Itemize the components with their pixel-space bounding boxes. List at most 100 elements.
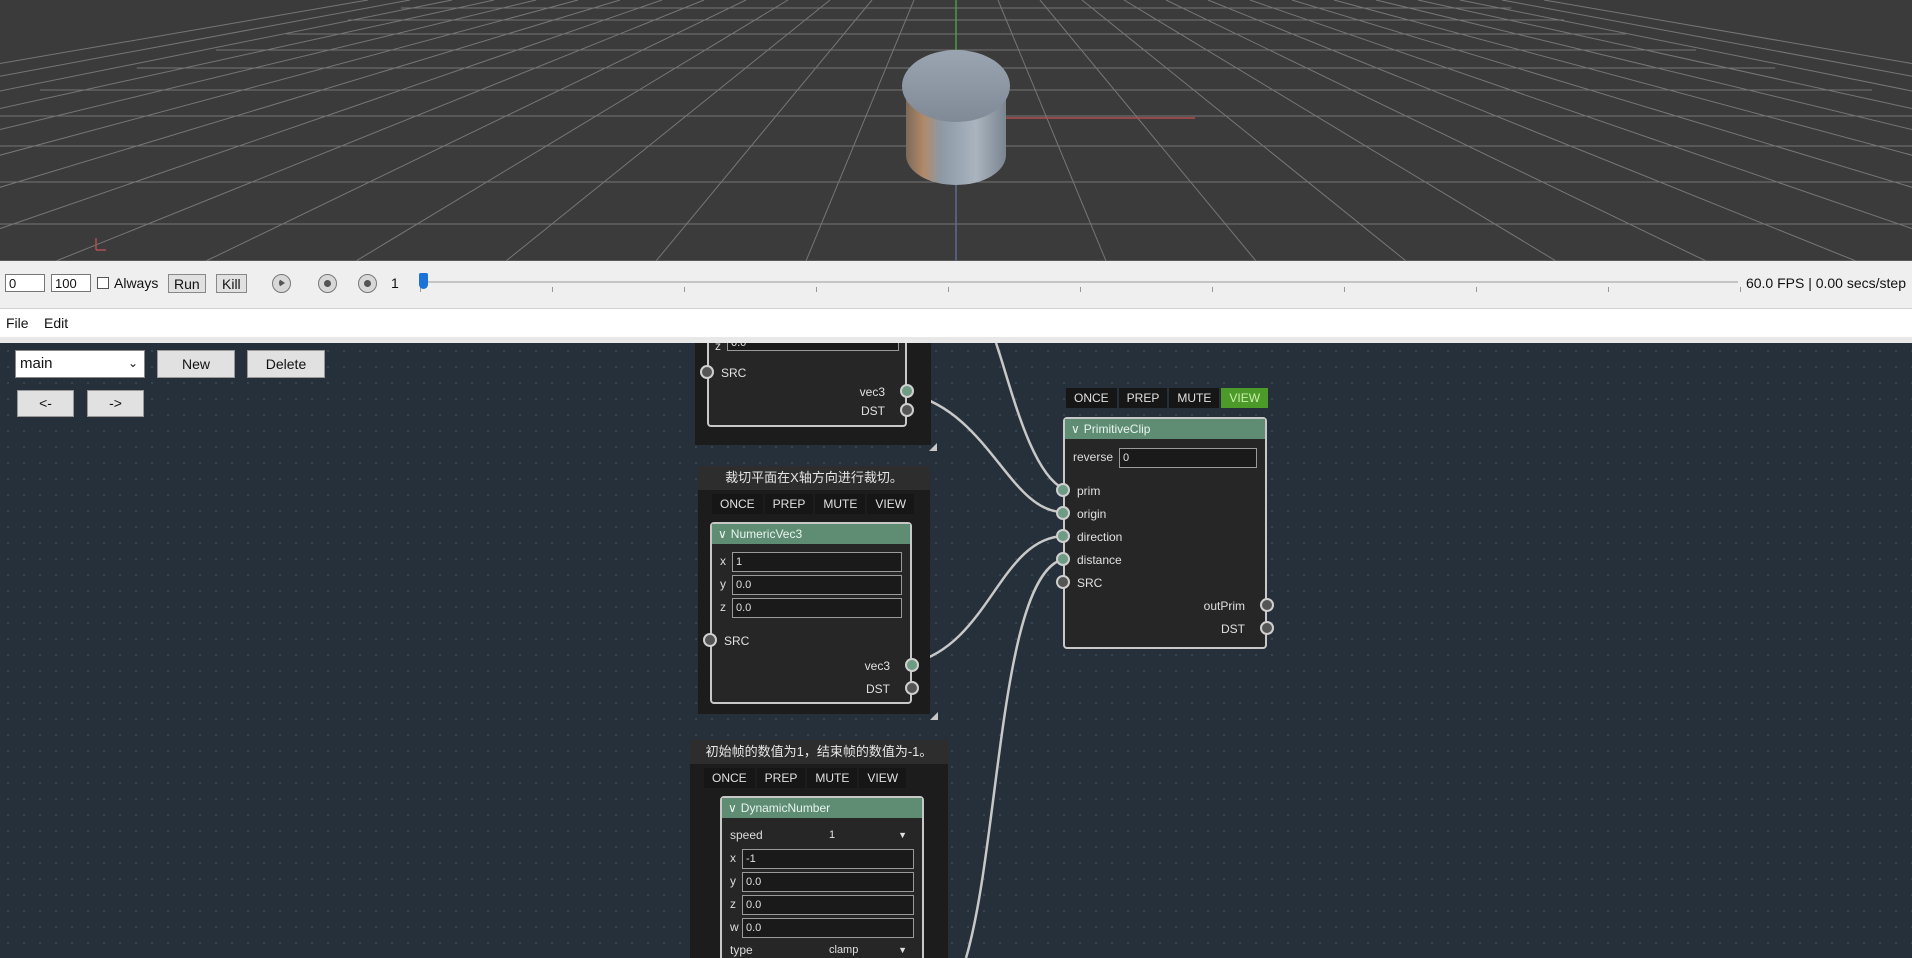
speed-value: 1 — [829, 829, 836, 841]
mute-toggle[interactable]: MUTE — [815, 494, 866, 514]
node-header[interactable]: ∨ DynamicNumber — [722, 798, 922, 818]
node-options: ONCE PREP MUTE VIEW — [712, 494, 916, 514]
graph-select[interactable]: main ⌄ — [15, 350, 145, 378]
frame-tick — [1080, 287, 1081, 292]
src-socket[interactable] — [703, 633, 717, 647]
always-label: Always — [114, 275, 159, 291]
run-button[interactable]: Run — [168, 274, 206, 293]
frame-tick — [1344, 287, 1345, 292]
once-toggle[interactable]: ONCE — [704, 768, 755, 788]
x-label: x — [730, 851, 736, 865]
x-field[interactable]: 1 — [732, 552, 902, 572]
src-socket[interactable] — [1056, 575, 1070, 589]
once-toggle[interactable]: ONCE — [712, 494, 763, 514]
node-vec3-top[interactable]: z 0.0 SRC vec3 DST — [700, 343, 914, 427]
start-frame-input[interactable]: 0 — [5, 274, 45, 292]
node-title: PrimitiveClip — [1083, 422, 1151, 436]
dropdown-arrow-icon: ▼ — [898, 830, 907, 840]
node-numeric-vec3[interactable]: ∨ NumericVec3 x 1 y 0.0 z 0.0 SRC vec3 DS… — [703, 522, 919, 704]
z-field[interactable]: 0.0 — [727, 343, 899, 351]
speed-select[interactable]: 1 ▼ — [826, 826, 912, 846]
view-toggle[interactable]: VIEW — [867, 494, 915, 514]
prim-input-socket[interactable] — [1056, 483, 1070, 497]
always-checkbox[interactable] — [97, 277, 109, 289]
vec3-output-label: vec3 — [864, 659, 890, 673]
node-dynamic-number[interactable]: ∨ DynamicNumber speed 1 ▼ x -1 y 0.0 z 0.0… — [720, 796, 924, 958]
frame-slider-handle[interactable] — [419, 273, 428, 289]
resize-handle[interactable] — [929, 443, 937, 451]
end-frame-input[interactable]: 100 — [51, 274, 91, 292]
vec3-output-socket[interactable] — [900, 384, 914, 398]
view-toggle[interactable]: VIEW — [1221, 388, 1269, 408]
mute-toggle[interactable]: MUTE — [1169, 388, 1220, 408]
vec3-output-socket[interactable] — [905, 658, 919, 672]
menu-bar: File Edit — [0, 309, 1912, 343]
src-label: SRC — [1077, 576, 1103, 590]
speed-label: speed — [730, 828, 763, 842]
node-title: NumericVec3 — [730, 527, 803, 541]
mute-toggle[interactable]: MUTE — [807, 768, 858, 788]
prep-toggle[interactable]: PREP — [764, 494, 814, 514]
w-field[interactable]: 0.0 — [742, 918, 914, 938]
distance-input-socket[interactable] — [1056, 552, 1070, 566]
prep-toggle[interactable]: PREP — [756, 768, 806, 788]
y-field[interactable]: 0.0 — [742, 872, 914, 892]
menu-file[interactable]: File — [6, 315, 29, 331]
reverse-field[interactable]: 0 — [1119, 448, 1257, 468]
new-graph-button[interactable]: New — [157, 350, 235, 378]
delete-graph-button[interactable]: Delete — [247, 350, 325, 378]
step-forward-icon[interactable] — [358, 274, 377, 293]
prep-toggle[interactable]: PREP — [1118, 388, 1168, 408]
w-label: w — [730, 920, 739, 934]
primitive-clip-options: ONCE PREP MUTE VIEW — [1066, 388, 1270, 408]
direction-input-socket[interactable] — [1056, 529, 1070, 543]
src-socket[interactable] — [700, 365, 714, 379]
kill-button[interactable]: Kill — [216, 274, 247, 293]
dst-socket[interactable] — [900, 403, 914, 417]
step-back-icon[interactable] — [318, 274, 337, 293]
frame-tick — [1608, 287, 1609, 292]
cylinder-model — [902, 50, 1010, 185]
node-header[interactable]: ∨ NumericVec3 — [712, 524, 910, 544]
frame-slider-track[interactable] — [420, 281, 1738, 283]
type-select[interactable]: clamp ▼ — [826, 941, 912, 958]
menu-edit[interactable]: Edit — [44, 315, 68, 331]
y-label: y — [730, 874, 736, 888]
view-toggle[interactable]: VIEW — [859, 768, 907, 788]
y-field[interactable]: 0.0 — [732, 575, 902, 595]
z-field[interactable]: 0.0 — [732, 598, 902, 618]
z-field[interactable]: 0.0 — [742, 895, 914, 915]
dst-socket[interactable] — [905, 681, 919, 695]
node-title: DynamicNumber — [740, 801, 831, 815]
x-label: x — [720, 554, 726, 568]
chevron-down-icon[interactable]: ∨ — [1071, 419, 1080, 439]
link-direction — [912, 534, 1065, 665]
resize-handle[interactable] — [930, 712, 938, 720]
once-toggle[interactable]: ONCE — [1066, 388, 1117, 408]
node-editor-canvas[interactable]: main ⌄ New Delete <- -> z 0.0 SRC vec3 D… — [0, 343, 1912, 958]
frame-tick — [684, 287, 685, 292]
outprim-output-socket[interactable] — [1260, 598, 1274, 612]
dst-socket[interactable] — [1260, 621, 1274, 635]
chevron-down-icon[interactable]: ∨ — [728, 798, 737, 818]
frame-tick — [1212, 287, 1213, 292]
node-header[interactable]: ∨ PrimitiveClip — [1065, 419, 1265, 439]
group-comment: 裁切平面在X轴方向进行裁切。 — [698, 466, 930, 490]
prim-input-label: prim — [1077, 484, 1101, 498]
chevron-down-icon[interactable]: ∨ — [718, 524, 727, 544]
play-icon[interactable] — [272, 274, 291, 293]
origin-input-socket[interactable] — [1056, 506, 1070, 520]
direction-input-label: direction — [1077, 530, 1123, 544]
next-graph-button[interactable]: -> — [87, 390, 144, 417]
node-primitive-clip[interactable]: ∨ PrimitiveClip reverse 0 prim origin dir… — [1056, 417, 1274, 649]
dst-label: DST — [866, 682, 890, 696]
frame-tick — [552, 287, 553, 292]
3d-viewport[interactable] — [0, 0, 1912, 261]
y-label: y — [720, 577, 726, 591]
frame-tick — [948, 287, 949, 292]
prev-graph-button[interactable]: <- — [17, 390, 74, 417]
frame-tick — [816, 287, 817, 292]
src-label: SRC — [721, 366, 747, 380]
x-field[interactable]: -1 — [742, 849, 914, 869]
dst-label: DST — [861, 404, 885, 418]
